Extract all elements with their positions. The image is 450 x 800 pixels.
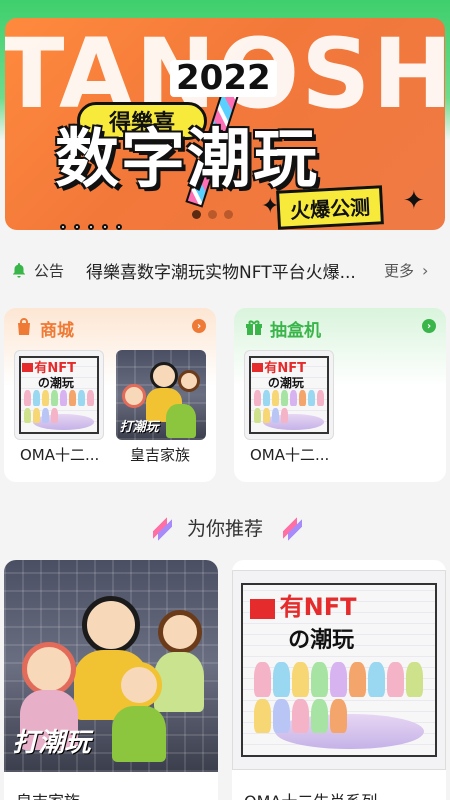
product-image[interactable]: 有NFT の潮玩: [232, 570, 446, 770]
product-name: OMA十二生肖系列: [244, 788, 377, 800]
shop-card-header[interactable]: 商城: [14, 316, 74, 341]
notice-bar[interactable]: 公告 得樂喜数字潮玩实物NFT平台火爆... 更多 ›: [10, 255, 440, 285]
gift-box-icon: [244, 317, 264, 341]
banner-pagination[interactable]: [192, 210, 233, 219]
promo-banner[interactable]: TANOSHI 2022 得樂喜 数字潮玩 火爆公测 ✦ ✦: [5, 18, 445, 230]
blindbox-card-header[interactable]: 抽盒机: [244, 316, 321, 341]
page-dot[interactable]: [192, 210, 201, 219]
sparkle-icon: ✦: [403, 186, 425, 216]
banner-subtitle: 火爆公测: [276, 185, 384, 230]
shop-item-label: 皇吉家族: [130, 446, 191, 464]
chevron-right-icon[interactable]: ›: [192, 319, 206, 333]
shop-bag-icon: [14, 317, 34, 341]
shop-item-label: OMA十二...: [20, 446, 100, 464]
product-thumbnail[interactable]: 打潮玩: [116, 350, 206, 440]
notice-label: 公告: [34, 261, 65, 280]
product-thumbnail[interactable]: 有NFT の潮玩: [244, 350, 334, 440]
chevron-right-icon[interactable]: ›: [422, 319, 436, 333]
bell-icon: [10, 261, 28, 279]
banner-decoration-dots: [60, 224, 122, 230]
banner-year: 2022: [170, 59, 277, 98]
slash-decoration-icon: [152, 516, 172, 541]
notice-text[interactable]: 得樂喜数字潮玩实物NFT平台火爆...: [86, 258, 366, 283]
blindbox-item-label: OMA十二...: [250, 446, 330, 464]
notice-more-link[interactable]: 更多: [384, 260, 414, 281]
section-title-text: 为你推荐: [186, 518, 263, 540]
product-card[interactable]: 有NFT の潮玩 OMA十二生肖系列: [232, 560, 446, 800]
chevron-right-icon[interactable]: ›: [422, 261, 428, 280]
page-dot[interactable]: [224, 210, 233, 219]
product-image[interactable]: 打潮玩: [4, 560, 218, 772]
shop-title: 商城: [40, 321, 74, 341]
product-thumbnail[interactable]: 有NFT の潮玩: [14, 350, 104, 440]
product-name: 皇吉家族: [16, 788, 80, 800]
recommend-section-title: 为你推荐: [0, 514, 450, 541]
sparkle-icon: ✦: [261, 194, 280, 219]
product-card[interactable]: 打潮玩 皇吉家族: [4, 560, 218, 800]
blindbox-title: 抽盒机: [270, 321, 321, 341]
page-dot[interactable]: [208, 210, 217, 219]
banner-headline: 数字潮玩: [55, 123, 319, 197]
slash-decoration-icon: [283, 516, 303, 541]
